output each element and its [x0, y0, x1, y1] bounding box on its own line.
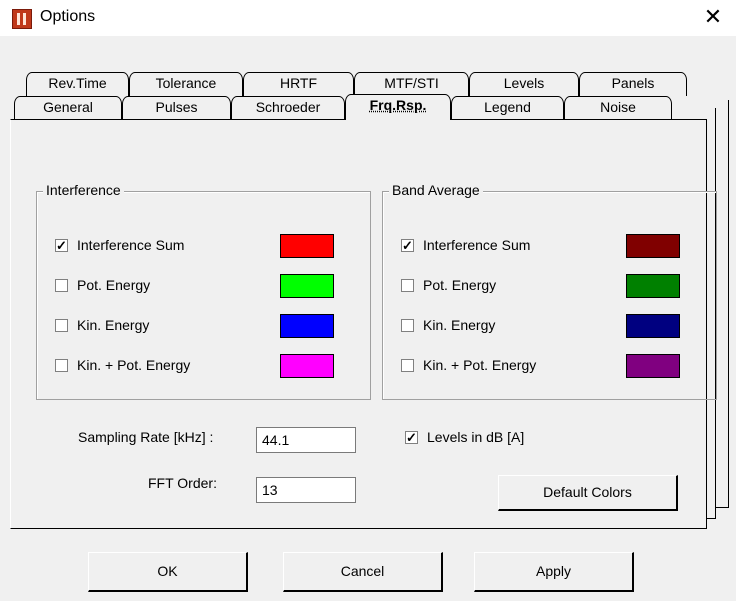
app-icon: [12, 9, 32, 29]
band-pot-energy-color-swatch[interactable]: [626, 274, 680, 298]
pot-energy-color-swatch[interactable]: [280, 274, 334, 298]
sampling-rate-input[interactable]: 44.1: [256, 427, 356, 453]
kin-energy-color-swatch[interactable]: [280, 314, 334, 338]
kin-pot-energy-color-swatch[interactable]: [280, 354, 334, 378]
tab-label: Pulses: [155, 99, 198, 115]
tab-panels[interactable]: Panels: [579, 72, 687, 96]
band-kin-pot-energy-color-swatch[interactable]: [626, 354, 680, 378]
band-kin-pot-energy-checkbox[interactable]: [401, 359, 414, 372]
checkbox-label: Pot. Energy: [423, 277, 497, 293]
tab-legend[interactable]: Legend: [451, 96, 564, 120]
checkbox-label: Kin. + Pot. Energy: [77, 357, 191, 373]
tab-label: Levels: [503, 75, 545, 91]
close-button[interactable]: ✕: [690, 0, 736, 36]
tab-frq-rsp[interactable]: Frq.Rsp.: [345, 94, 451, 120]
apply-button[interactable]: Apply: [474, 552, 634, 592]
interference-group-title: Interference: [43, 182, 124, 198]
interference-sum-checkbox[interactable]: ✓: [55, 239, 68, 252]
cancel-button[interactable]: Cancel: [283, 552, 443, 592]
default-colors-button[interactable]: Default Colors: [498, 475, 678, 511]
tab-mtf-sti[interactable]: MTF/STI: [354, 72, 469, 96]
tab-label: Noise: [600, 99, 636, 115]
tab-pulses[interactable]: Pulses: [122, 96, 231, 120]
kin-energy-checkbox[interactable]: [55, 319, 68, 332]
tab-label: Legend: [484, 99, 531, 115]
tab-general[interactable]: General: [14, 96, 122, 120]
tab-rev-time[interactable]: Rev.Time: [26, 72, 129, 96]
tab-label: HRTF: [279, 75, 318, 91]
tab-label: General: [43, 99, 93, 115]
tab-label: MTF/STI: [384, 75, 439, 91]
checkbox-label: Pot. Energy: [77, 277, 151, 293]
checkbox-label: Interference Sum: [77, 237, 185, 253]
window-title: Options: [40, 8, 96, 25]
tab-noise[interactable]: Noise: [564, 96, 672, 120]
tab-label: Tolerance: [155, 75, 217, 91]
checkbox-label: Levels in dB [A]: [427, 429, 525, 445]
interference-sum-color-swatch[interactable]: [280, 234, 334, 258]
band-average-group: Band Average ✓ Interference Sum Pot. Ene…: [382, 182, 717, 400]
band-kin-energy-checkbox[interactable]: [401, 319, 414, 332]
fft-order-label: FFT Order:: [148, 475, 217, 491]
tab-label: Schroeder: [255, 99, 321, 115]
kin-pot-energy-checkbox[interactable]: [55, 359, 68, 372]
tab-levels[interactable]: Levels: [469, 72, 579, 96]
tab-label: Rev.Time: [48, 75, 107, 91]
checkbox-label: Interference Sum: [423, 237, 531, 253]
interference-group: Interference ✓ Interference Sum Pot. Ene…: [36, 182, 371, 400]
close-icon: ✕: [703, 4, 723, 29]
checkbox-label: Kin. + Pot. Energy: [423, 357, 537, 373]
band-interference-sum-color-swatch[interactable]: [626, 234, 680, 258]
fft-order-input[interactable]: 13: [256, 477, 356, 503]
tab-label: Panels: [611, 75, 655, 91]
band-average-group-title: Band Average: [389, 182, 483, 198]
title-bar: Options ✕: [0, 0, 736, 36]
levels-in-db-checkbox[interactable]: ✓: [405, 431, 418, 444]
tab-tolerance[interactable]: Tolerance: [129, 72, 243, 96]
options-dialog: Options ✕ Rev.Time Tolerance HRTF MTF/ST…: [0, 0, 736, 601]
checkbox-label: Kin. Energy: [423, 317, 496, 333]
band-kin-energy-color-swatch[interactable]: [626, 314, 680, 338]
sampling-rate-label: Sampling Rate [kHz] :: [78, 429, 214, 445]
tab-label: Frq.Rsp.: [369, 97, 427, 113]
ok-button[interactable]: OK: [88, 552, 248, 592]
tab-schroeder[interactable]: Schroeder: [231, 96, 345, 120]
pot-energy-checkbox[interactable]: [55, 279, 68, 292]
tab-page-frq-rsp: Interference ✓ Interference Sum Pot. Ene…: [10, 119, 717, 529]
checkbox-label: Kin. Energy: [77, 317, 150, 333]
band-pot-energy-checkbox[interactable]: [401, 279, 414, 292]
band-interference-sum-checkbox[interactable]: ✓: [401, 239, 414, 252]
tab-hrtf[interactable]: HRTF: [243, 72, 354, 96]
